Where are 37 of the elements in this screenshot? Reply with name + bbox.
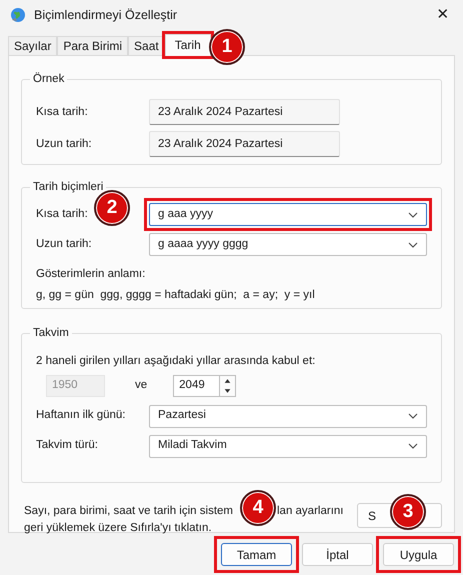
field-label: Takvim türü: — [36, 438, 98, 454]
tab[interactable]: Saat — [128, 36, 165, 55]
dialog-button[interactable]: Tamam — [221, 543, 292, 566]
instruction-text: 2 haneli girilen yılları aşağıdaki yıllar arasında kabul et: — [36, 354, 316, 370]
dropdown[interactable]: Pazartesi — [149, 404, 427, 428]
chevron-icon — [408, 443, 418, 449]
legend-title: Gösterimlerin anlamı: — [36, 267, 146, 282]
format-dropdown[interactable]: g aaa yyyy — [149, 203, 427, 226]
reset-text: Sayı, para birimi, saat ve tarih için sistem — [24, 504, 233, 519]
format-dropdown[interactable]: g aaaa yyyy gggg — [149, 233, 427, 256]
reset-text: geri yüklemek üzere Sıfırla'yı tıklatın. — [24, 521, 213, 536]
reset-text: lan ayarlarını — [277, 504, 344, 519]
field-label: Haftanın ilk günü: — [36, 408, 126, 424]
tab[interactable]: Sayılar — [8, 36, 58, 55]
field-label: Kısa tarih: — [36, 104, 88, 120]
globe-icon — [10, 7, 26, 23]
year-field: 1950 — [46, 374, 105, 396]
tab[interactable]: Para Birimi — [57, 36, 128, 55]
dialog-button[interactable]: Uygula — [383, 543, 454, 566]
window-title: Biçimlendirmeyi Özelleştir — [34, 6, 178, 24]
field-label: Uzun tarih: — [36, 136, 92, 152]
sample-field: 23 Aralık 2024 Pazartesi — [149, 99, 340, 126]
dropdown[interactable]: Miladi Takvim — [149, 434, 427, 458]
chevron-icon — [408, 212, 418, 218]
field-label: Kısa tarih: — [36, 207, 88, 222]
chevron-icon — [408, 242, 418, 248]
year-field[interactable]: 2049 — [173, 374, 220, 396]
dialog-button[interactable]: İptal — [302, 543, 373, 566]
field-label: Uzun tarih: — [36, 237, 92, 252]
legend-text: g, gg = gün ggg, gggg = haftadaki gün; a = ay; y = yıl — [36, 288, 316, 302]
field-label: ve — [135, 378, 148, 393]
sample-field: 23 Aralık 2024 Pazartesi — [149, 131, 340, 158]
chevron-icon — [408, 413, 418, 419]
tab[interactable]: Tarih — [164, 34, 211, 56]
spin-buttons[interactable] — [220, 374, 236, 396]
group-title: Tarih biçimleri — [30, 180, 106, 194]
close-button[interactable]: ✕ — [423, 0, 463, 30]
